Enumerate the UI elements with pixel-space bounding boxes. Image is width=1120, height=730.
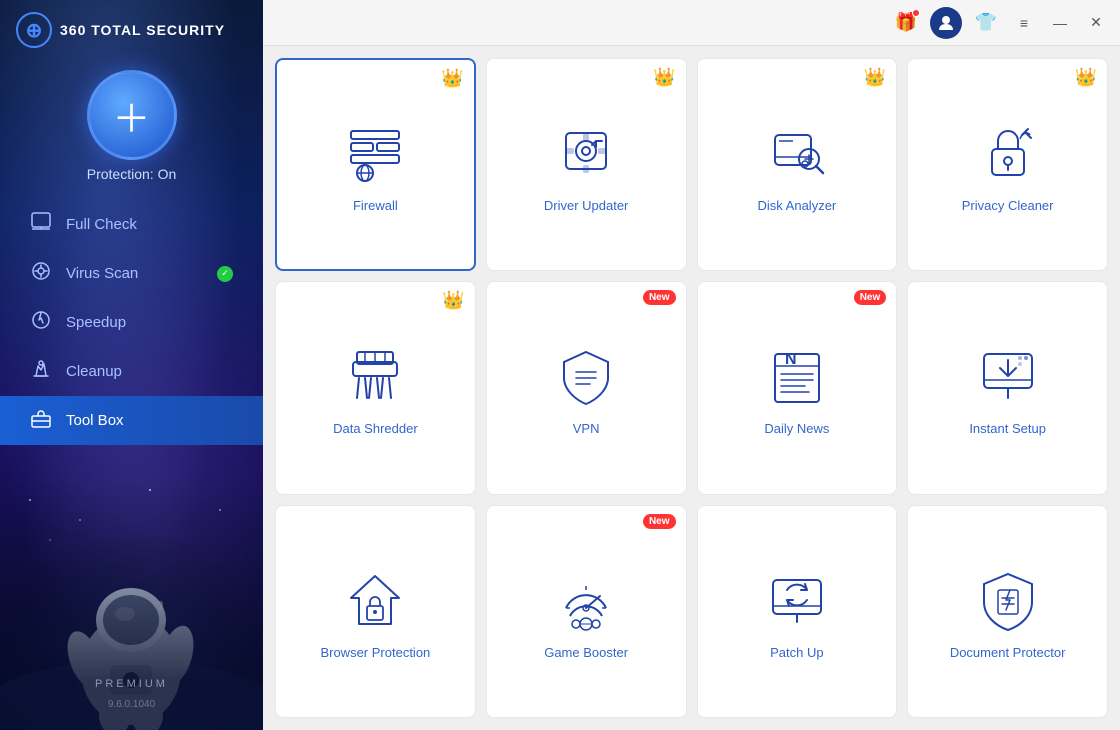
- nav-cleanup[interactable]: Cleanup: [0, 347, 263, 396]
- browser-protection-icon: [340, 565, 410, 635]
- menu-button[interactable]: ≡: [1010, 9, 1038, 37]
- logo-area: ⊕ 360 TOTAL SECURITY: [0, 0, 263, 60]
- app-title: 360 TOTAL SECURITY: [60, 22, 225, 38]
- tool-driver-updater[interactable]: 👑 Driver Updater: [486, 58, 687, 271]
- virus-scan-icon: [30, 260, 52, 287]
- speedup-icon: [30, 309, 52, 336]
- privacy-cleaner-icon: [973, 118, 1043, 188]
- tool-box-label: Tool Box: [66, 412, 124, 429]
- nav-tool-box[interactable]: Tool Box: [0, 396, 263, 445]
- disk-analyzer-icon: [762, 118, 832, 188]
- vpn-label: VPN: [573, 421, 600, 436]
- protection-icon: ＋: [87, 70, 177, 160]
- firewall-label: Firewall: [353, 198, 398, 213]
- user-avatar[interactable]: [930, 7, 962, 39]
- sidebar-scene: PREMIUM 9.6.0.1040: [0, 480, 263, 730]
- patch-up-label: Patch Up: [770, 645, 823, 660]
- tool-instant-setup[interactable]: Instant Setup: [907, 281, 1108, 494]
- scene-overlay: [0, 480, 263, 730]
- browser-protection-label: Browser Protection: [320, 645, 430, 660]
- tool-firewall[interactable]: 👑 Firewall: [275, 58, 476, 271]
- instant-setup-icon: [973, 341, 1043, 411]
- tool-disk-analyzer[interactable]: 👑 Disk Analyzer: [697, 58, 898, 271]
- nav-virus-scan[interactable]: Virus Scan ✓: [0, 249, 263, 298]
- tool-patch-up[interactable]: Patch Up: [697, 505, 898, 718]
- logo-icon: ⊕: [16, 12, 52, 48]
- sidebar-content: ⊕ 360 TOTAL SECURITY ＋ Protection: On Fu…: [0, 0, 263, 445]
- gift-notification-dot: [912, 9, 920, 17]
- cleanup-label: Cleanup: [66, 363, 122, 380]
- crown-badge-privacy: 👑: [1075, 67, 1097, 88]
- sidebar: ⊕ 360 TOTAL SECURITY ＋ Protection: On Fu…: [0, 0, 263, 730]
- premium-label: PREMIUM: [0, 678, 263, 690]
- crown-badge-shredder: 👑: [442, 290, 464, 311]
- crown-badge-disk: 👑: [864, 67, 886, 88]
- tool-daily-news[interactable]: New N Daily News: [697, 281, 898, 494]
- tool-browser-protection[interactable]: Browser Protection: [275, 505, 476, 718]
- driver-updater-icon: [551, 118, 621, 188]
- new-badge-news: New: [854, 290, 887, 305]
- tool-document-protector[interactable]: Document Protector: [907, 505, 1108, 718]
- crown-badge-firewall: 👑: [441, 68, 463, 89]
- instant-setup-label: Instant Setup: [969, 421, 1046, 436]
- main-content: 🎁 👕 ≡ — ✕ 👑: [263, 0, 1120, 730]
- virus-scan-badge: ✓: [217, 266, 233, 282]
- firewall-icon: [340, 118, 410, 188]
- tool-grid: 👑 Firewall 👑: [263, 46, 1120, 730]
- svg-text:N: N: [785, 351, 797, 368]
- document-protector-label: Document Protector: [950, 645, 1066, 660]
- vpn-icon: [551, 341, 621, 411]
- close-button[interactable]: ✕: [1082, 9, 1110, 37]
- disk-analyzer-label: Disk Analyzer: [758, 198, 837, 213]
- tool-privacy-cleaner[interactable]: 👑 Privacy Cleaner: [907, 58, 1108, 271]
- nav-speedup[interactable]: Speedup: [0, 298, 263, 347]
- virus-scan-label: Virus Scan: [66, 265, 138, 282]
- game-booster-icon: [551, 565, 621, 635]
- speedup-label: Speedup: [66, 314, 126, 331]
- tool-data-shredder[interactable]: 👑 Data Shredder: [275, 281, 476, 494]
- shirt-icon[interactable]: 👕: [970, 7, 1002, 39]
- gift-icon[interactable]: 🎁: [890, 7, 922, 39]
- tool-vpn[interactable]: New VPN: [486, 281, 687, 494]
- titlebar: 🎁 👕 ≡ — ✕: [263, 0, 1120, 46]
- data-shredder-label: Data Shredder: [333, 421, 418, 436]
- full-check-label: Full Check: [66, 216, 137, 233]
- privacy-cleaner-label: Privacy Cleaner: [962, 198, 1054, 213]
- tool-game-booster[interactable]: New: [486, 505, 687, 718]
- protection-status: Protection: On: [87, 166, 177, 182]
- tool-box-icon: [30, 407, 52, 434]
- full-check-icon: [30, 211, 52, 238]
- game-booster-label: Game Booster: [544, 645, 628, 660]
- driver-updater-label: Driver Updater: [544, 198, 629, 213]
- cleanup-icon: [30, 358, 52, 385]
- daily-news-label: Daily News: [764, 421, 829, 436]
- data-shredder-icon: [340, 341, 410, 411]
- new-badge-vpn: New: [643, 290, 676, 305]
- document-protector-icon: [973, 565, 1043, 635]
- nav-full-check[interactable]: Full Check: [0, 200, 263, 249]
- version-label: 9.6.0.1040: [0, 699, 263, 710]
- daily-news-icon: N: [762, 341, 832, 411]
- minimize-button[interactable]: —: [1046, 9, 1074, 37]
- crown-badge-driver: 👑: [653, 67, 675, 88]
- patch-up-icon: [762, 565, 832, 635]
- new-badge-game: New: [643, 514, 676, 529]
